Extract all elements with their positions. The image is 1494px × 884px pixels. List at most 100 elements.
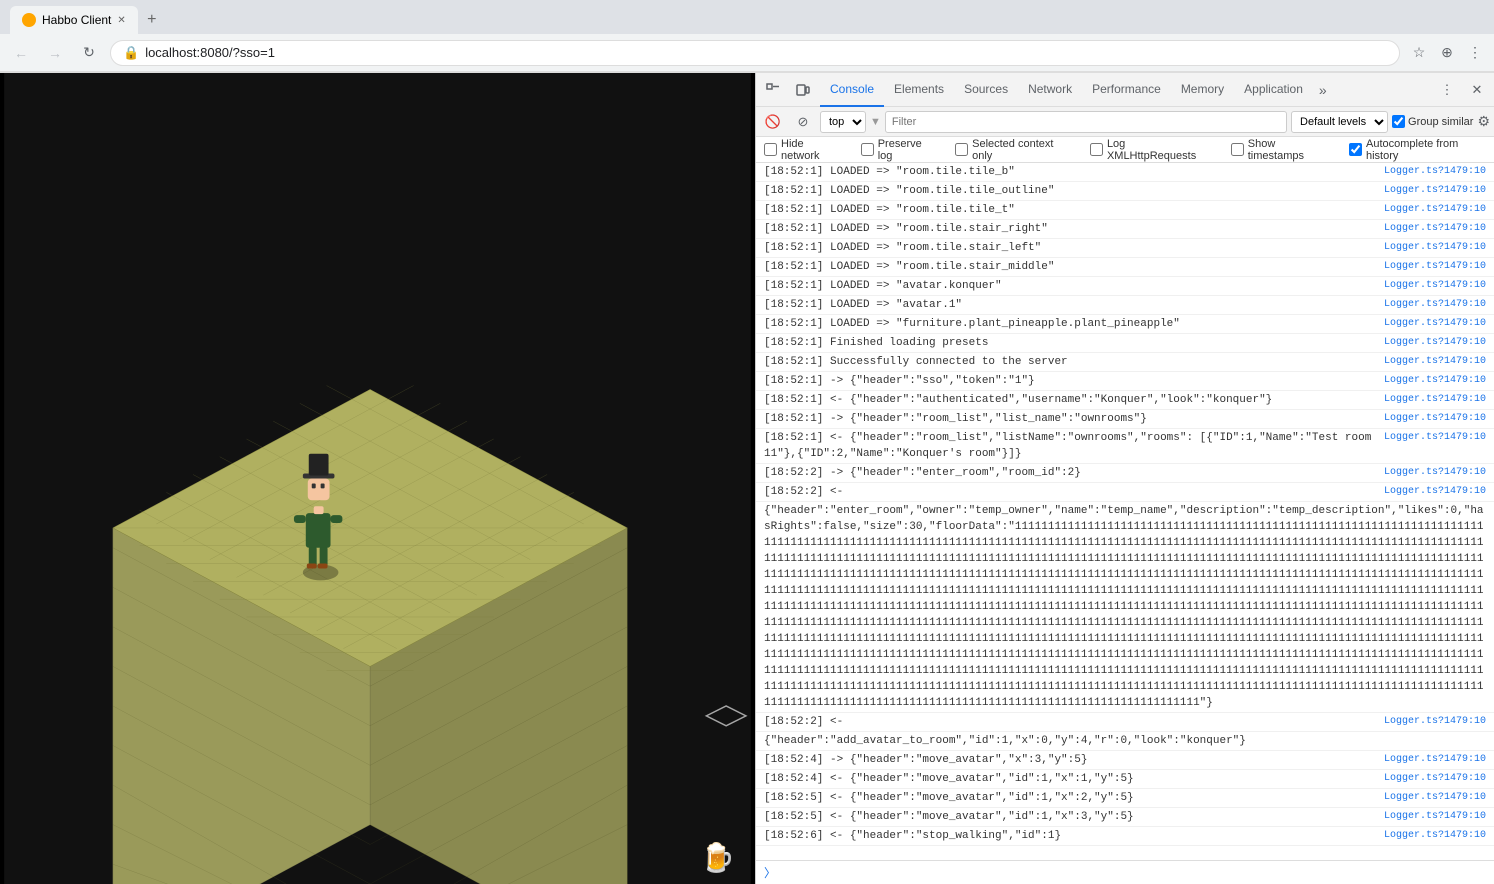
console-line-source[interactable]: Logger.ts?1479:10 (1384, 164, 1486, 180)
tab-network[interactable]: Network (1018, 73, 1082, 107)
console-settings-button[interactable]: ⊘ (790, 109, 816, 135)
console-line: [18:52:1] LOADED => "avatar.1" Logger.ts?… (756, 296, 1494, 315)
show-timestamps-checkbox[interactable] (1231, 143, 1244, 156)
devtools-checkboxes: Hide network Preserve log Selected conte… (756, 137, 1494, 163)
console-line-source[interactable]: Logger.ts?1479:10 (1384, 221, 1486, 237)
new-tab-button[interactable]: + (138, 6, 166, 34)
tab-sources[interactable]: Sources (954, 73, 1018, 107)
console-line-source[interactable]: Logger.ts?1479:10 (1384, 259, 1486, 275)
console-line-text: {"header":"enter_room","owner":"temp_own… (764, 503, 1486, 711)
prompt-arrow: 〉 (764, 864, 776, 881)
tab-application[interactable]: Application (1234, 73, 1313, 107)
context-selector[interactable]: top (820, 111, 866, 133)
forward-button[interactable]: → (42, 40, 68, 66)
console-line-source[interactable]: Logger.ts?1479:10 (1384, 828, 1486, 844)
console-line: [18:52:5] <- {"header":"move_avatar","id… (756, 789, 1494, 808)
back-button[interactable]: ← (8, 40, 34, 66)
more-tabs-button[interactable]: » (1313, 82, 1333, 98)
console-line-source[interactable]: Logger.ts?1479:10 (1384, 183, 1486, 199)
console-line: [18:52:1] <- {"header":"authenticated","… (756, 391, 1494, 410)
inspect-element-button[interactable] (760, 77, 786, 103)
device-toolbar-button[interactable] (790, 77, 816, 103)
console-line: [18:52:2] <- Logger.ts?1479:10 (756, 483, 1494, 502)
filter-input[interactable] (885, 111, 1287, 133)
autocomplete-label[interactable]: Autocomplete from history (1349, 138, 1486, 162)
console-line-source[interactable]: Logger.ts?1479:10 (1384, 354, 1486, 370)
console-gear-button[interactable]: ⚙ (1477, 113, 1490, 130)
devtools-more-button[interactable]: ⋮ (1434, 77, 1460, 103)
console-line: [18:52:1] <- {"header":"room_list","list… (756, 429, 1494, 464)
bookmark-button[interactable]: ☆ (1408, 42, 1430, 64)
checkboxes-right: Log XMLHttpRequests Show timestamps Auto… (1090, 138, 1486, 162)
game-area: 🍺 (0, 73, 755, 884)
console-line-source[interactable]: Logger.ts?1479:10 (1384, 752, 1486, 768)
log-xml-checkbox[interactable] (1090, 143, 1103, 156)
tab-favicon (22, 13, 36, 27)
console-line: [18:52:1] Successfully connected to the … (756, 353, 1494, 372)
hide-network-label[interactable]: Hide network (764, 138, 841, 162)
console-line: [18:52:5] <- {"header":"move_avatar","id… (756, 808, 1494, 827)
group-similar-checkbox[interactable] (1392, 115, 1405, 128)
tab-elements[interactable]: Elements (884, 73, 954, 107)
log-xml-label[interactable]: Log XMLHttpRequests (1090, 138, 1211, 162)
console-line-text: [18:52:1] LOADED => "avatar.1" (764, 297, 1376, 313)
console-line-source[interactable]: Logger.ts?1479:10 (1384, 240, 1486, 256)
group-similar-label[interactable]: Group similar (1392, 115, 1473, 128)
console-line-source[interactable]: Logger.ts?1479:10 (1384, 411, 1486, 427)
console-line: [18:52:1] -> {"header":"room_list","list… (756, 410, 1494, 429)
console-line-text: [18:52:1] LOADED => "avatar.konquer" (764, 278, 1376, 294)
console-line-source[interactable]: Logger.ts?1479:10 (1384, 714, 1486, 730)
console-line-source[interactable]: Logger.ts?1479:10 (1384, 297, 1486, 313)
console-prompt: 〉 (756, 860, 1494, 884)
console-line-source[interactable]: Logger.ts?1479:10 (1384, 809, 1486, 825)
more-button[interactable]: ⋮ (1464, 42, 1486, 64)
tab-console[interactable]: Console (820, 73, 884, 107)
tab-title: Habbo Client (42, 13, 111, 27)
tab-performance[interactable]: Performance (1082, 73, 1171, 107)
console-line-text: [18:52:1] <- {"header":"authenticated","… (764, 392, 1376, 408)
devtools-close-button[interactable]: ✕ (1464, 77, 1490, 103)
level-selector[interactable]: Default levels Verbose Info Warnings Err… (1291, 111, 1388, 133)
extensions-button[interactable]: ⊕ (1436, 42, 1458, 64)
hide-network-checkbox[interactable] (764, 143, 777, 156)
devtools-secondary-bar: 🚫 ⊘ top ▼ Default levels Verbose Info Wa… (756, 107, 1494, 137)
console-output[interactable]: [18:52:1] LOADED => "room.tile.tile_b"Lo… (756, 163, 1494, 860)
preserve-log-checkbox[interactable] (861, 143, 874, 156)
console-line-source[interactable]: Logger.ts?1479:10 (1384, 484, 1486, 500)
console-line-source[interactable]: Logger.ts?1479:10 (1384, 392, 1486, 408)
checkboxes-left: Hide network Preserve log Selected conte… (764, 138, 1070, 162)
address-bar[interactable]: 🔒 localhost:8080/?sso=1 (110, 40, 1400, 66)
console-line-text: [18:52:1] Finished loading presets (764, 335, 1376, 351)
lock-icon: 🔒 (123, 45, 139, 61)
preserve-log-label[interactable]: Preserve log (861, 138, 935, 162)
console-input[interactable] (782, 867, 1486, 879)
selected-context-checkbox[interactable] (955, 143, 968, 156)
clear-console-button[interactable]: 🚫 (760, 109, 786, 135)
console-line: [18:52:6] <- {"header":"stop_walking","i… (756, 827, 1494, 846)
tab-close-button[interactable]: ✕ (117, 15, 125, 26)
console-line-text: [18:52:2] <- (764, 484, 1376, 500)
reload-button[interactable]: ↻ (76, 40, 102, 66)
active-tab[interactable]: Habbo Client ✕ (10, 6, 138, 34)
devtools-toolbar: Console Elements Sources Network Perform… (756, 73, 1494, 107)
selected-context-label[interactable]: Selected context only (955, 138, 1070, 162)
console-line-text: [18:52:1] <- {"header":"room_list","list… (764, 430, 1376, 462)
console-line-source[interactable]: Logger.ts?1479:10 (1384, 335, 1486, 351)
console-line-source[interactable]: Logger.ts?1479:10 (1384, 202, 1486, 218)
console-line-text: [18:52:1] Successfully connected to the … (764, 354, 1376, 370)
console-line-source[interactable]: Logger.ts?1479:10 (1384, 790, 1486, 806)
beer-mug-icon: 🍺 (700, 841, 735, 874)
show-timestamps-label[interactable]: Show timestamps (1231, 138, 1329, 162)
console-line-source[interactable]: Logger.ts?1479:10 (1384, 430, 1486, 446)
devtools-right-actions: ⋮ ✕ (1434, 77, 1490, 103)
console-line-source[interactable]: Logger.ts?1479:10 (1384, 316, 1486, 332)
console-line: [18:52:1] LOADED => "room.tile.tile_t"Lo… (756, 201, 1494, 220)
console-line-source[interactable]: Logger.ts?1479:10 (1384, 278, 1486, 294)
devtools-panel: Console Elements Sources Network Perform… (755, 73, 1494, 884)
tab-memory[interactable]: Memory (1171, 73, 1234, 107)
autocomplete-checkbox[interactable] (1349, 143, 1362, 156)
console-line-source[interactable]: Logger.ts?1479:10 (1384, 771, 1486, 787)
console-line-source[interactable]: Logger.ts?1479:10 (1384, 373, 1486, 389)
main-content: 🍺 Console Elements Sources Network Perfo… (0, 73, 1494, 884)
console-line-source[interactable]: Logger.ts?1479:10 (1384, 465, 1486, 481)
